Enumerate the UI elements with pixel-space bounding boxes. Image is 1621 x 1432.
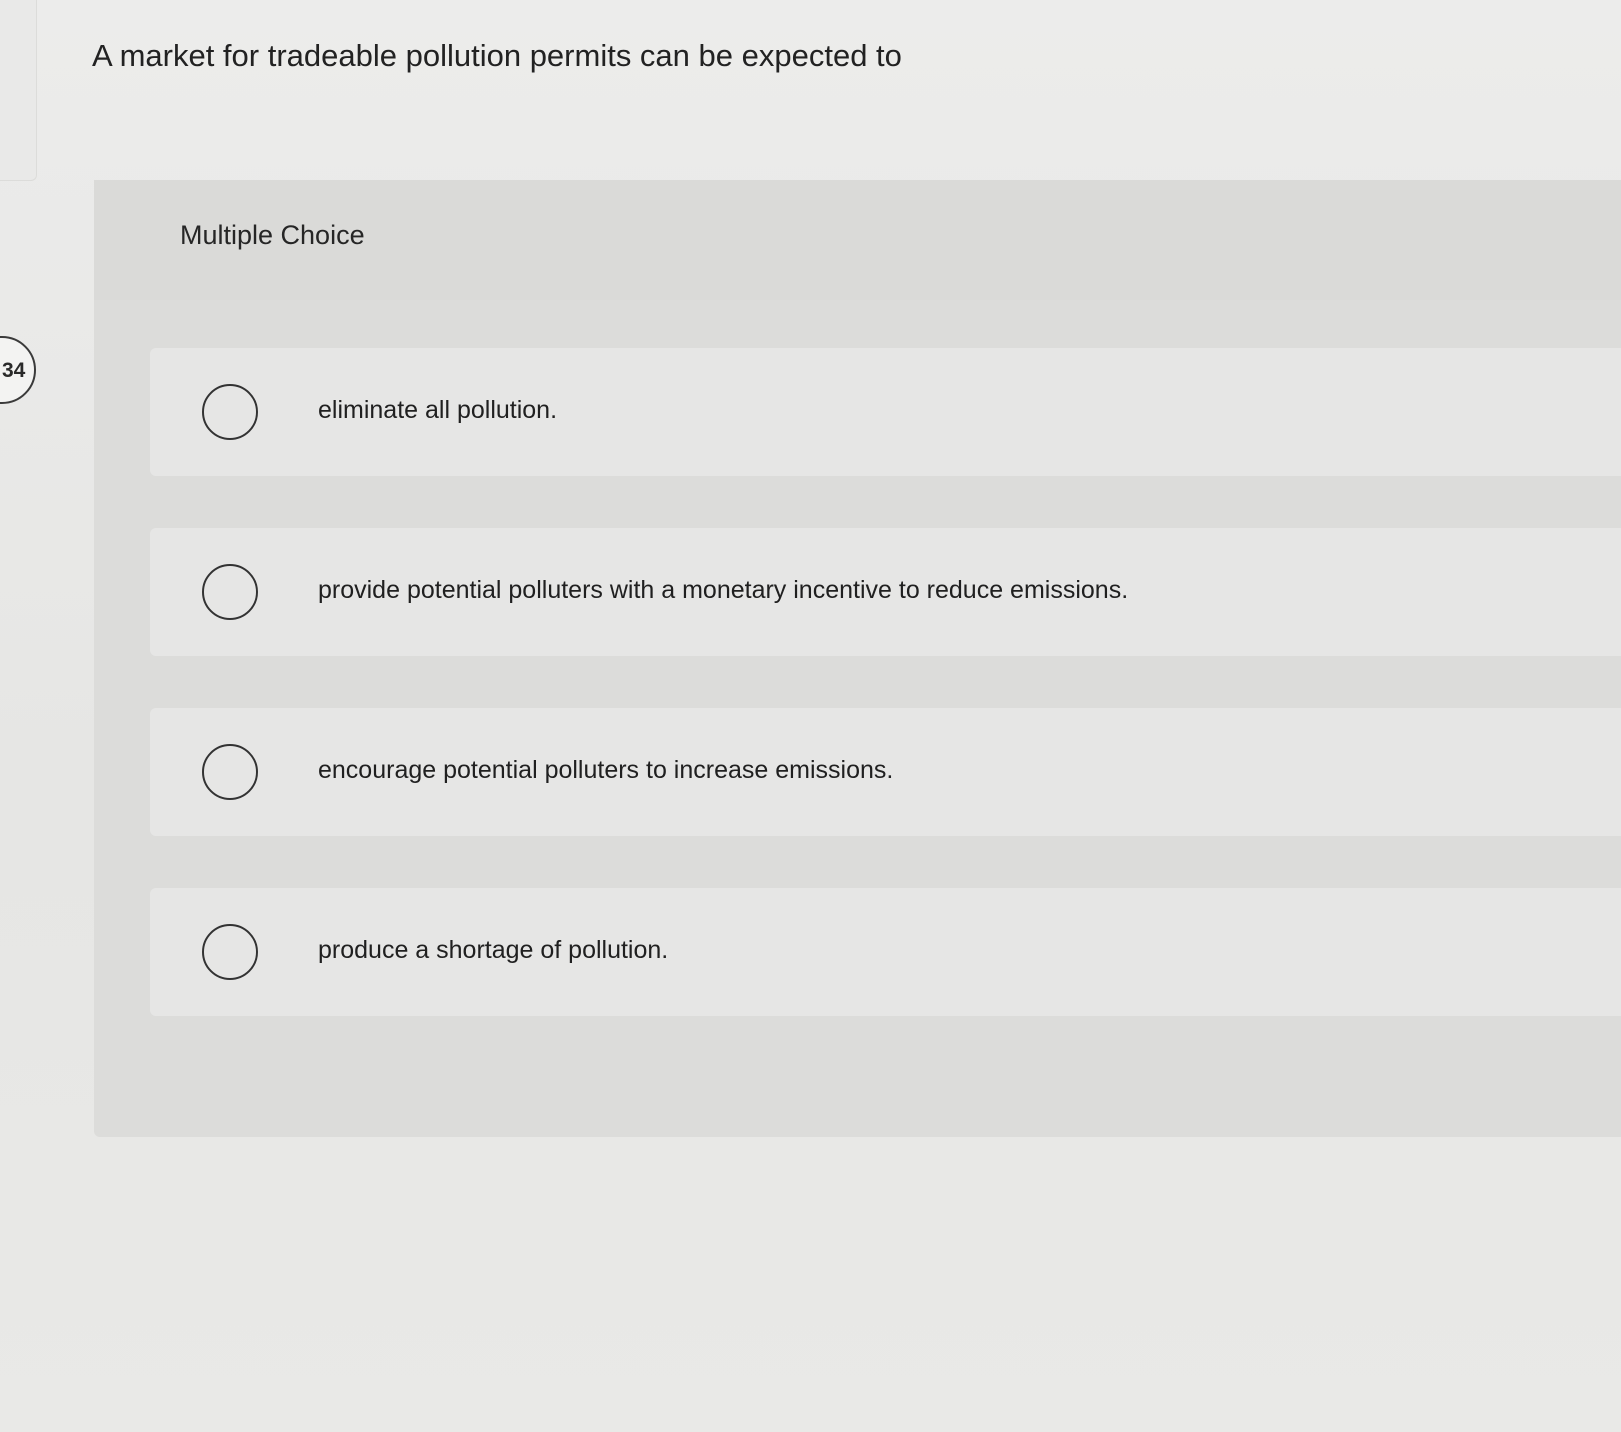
question-number: 34	[2, 359, 26, 382]
radio-button-d[interactable]	[202, 924, 258, 980]
left-rail	[0, 0, 37, 181]
radio-button-c[interactable]	[202, 744, 258, 800]
answer-option-b[interactable]: provide potential polluters with a monet…	[150, 528, 1621, 656]
radio-button-a[interactable]	[202, 384, 258, 440]
question-text: A market for tradeable pollution permits…	[92, 38, 902, 73]
multiple-choice-header: Multiple Choice	[94, 180, 1621, 300]
answer-option-a[interactable]: eliminate all pollution.	[150, 348, 1621, 476]
question-number-badge[interactable]: 34	[0, 336, 36, 404]
answer-option-label: eliminate all pollution.	[318, 396, 558, 424]
answer-option-label: encourage potential polluters to increas…	[318, 756, 894, 784]
answer-option-label: produce a shortage of pollution.	[318, 936, 669, 964]
multiple-choice-title: Multiple Choice	[180, 220, 365, 250]
answer-option-label: provide potential polluters with a monet…	[318, 576, 1129, 604]
radio-button-b[interactable]	[202, 564, 258, 620]
answer-option-c[interactable]: encourage potential polluters to increas…	[150, 708, 1621, 836]
answer-option-d[interactable]: produce a shortage of pollution.	[150, 888, 1621, 1016]
quiz-page: 34 A market for tradeable pollution perm…	[0, 0, 1621, 1432]
multiple-choice-panel: Multiple Choice eliminate all pollution.…	[94, 180, 1621, 1137]
